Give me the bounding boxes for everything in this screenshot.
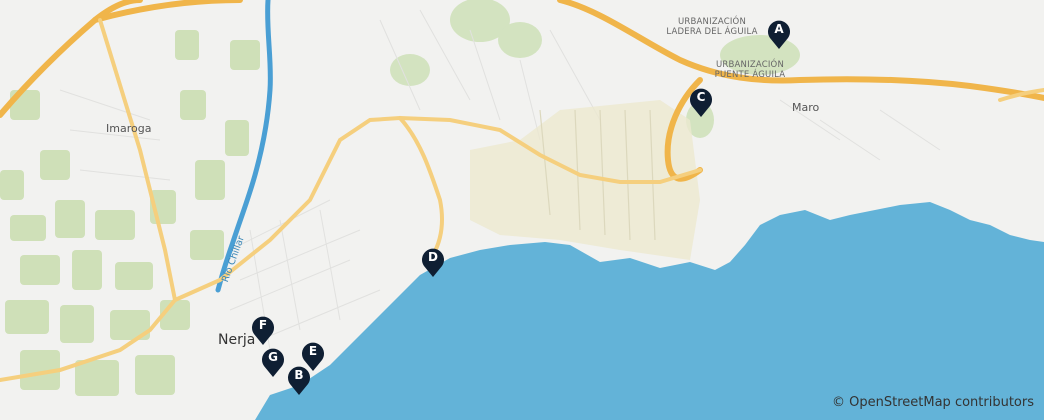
map-marker-c[interactable]: C: [688, 86, 714, 118]
map-attribution[interactable]: © OpenStreetMap contributors: [832, 395, 1034, 410]
map-base-layer: [0, 0, 1044, 420]
map-marker-f[interactable]: F: [250, 314, 276, 346]
map-marker-d[interactable]: D: [420, 246, 446, 278]
map-marker-a[interactable]: A: [766, 18, 792, 50]
map-view[interactable]: Nerja Imaroga Maro URBANIZACIÓN LADERA D…: [0, 0, 1044, 420]
map-marker-g[interactable]: G: [260, 346, 286, 378]
map-marker-e[interactable]: E: [300, 340, 326, 372]
